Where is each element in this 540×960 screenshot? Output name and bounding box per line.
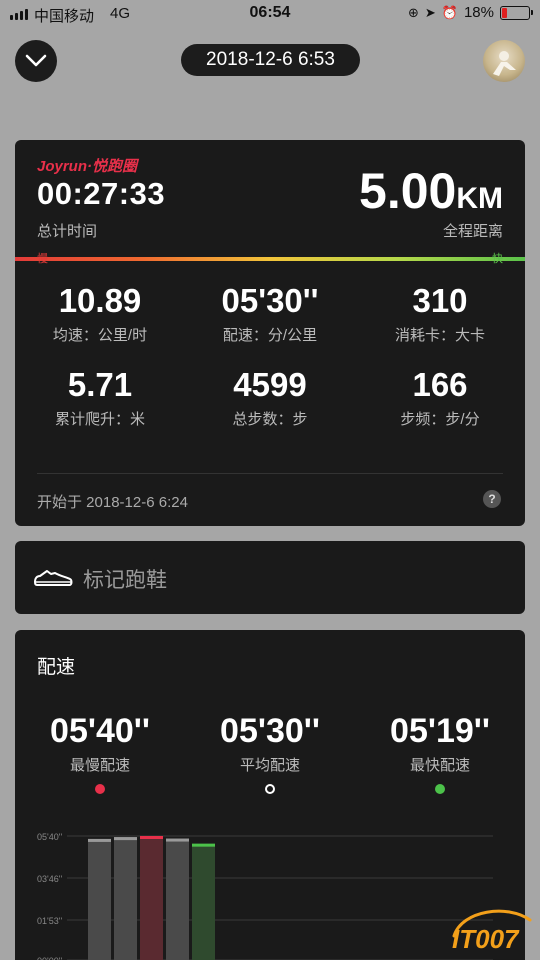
stat-pace: 05'30'' 配速：分/公里 [185,282,355,345]
stat-value: 166 [412,366,468,403]
distance-number: 5.00 [359,163,457,219]
run-summary-card: Joyrun·悦跑圈 00:27:33 总计时间 5.00KM 全程距离 慢 快… [15,140,525,526]
pace-bar [192,843,215,960]
start-time: 开始于 2018-12-6 6:24 [37,494,188,511]
stat-label: 均速：公里/时 [52,327,148,344]
stat-cadence: 166 步频：步/分 [355,366,525,429]
pace-bar-cap [88,838,111,842]
total-time-label: 总计时间 [37,223,98,240]
average-dot [265,784,275,794]
stat-value: 4599 [233,366,307,403]
stat-avg-speed: 10.89 均速：公里/时 [15,282,185,345]
stat-label: 步频：步/分 [400,411,480,428]
pace-label: 最快配速 [409,757,470,774]
pace-value: 05'40'' [50,712,150,750]
chevron-down-icon [25,54,47,67]
pace-bar-cap [192,843,215,847]
pace-label: 平均配速 [239,757,300,774]
y-tick-label: 05'40'' [37,832,62,842]
average-pace: 05'30'' 平均配速 [185,712,355,794]
distance-value: 5.00KM [359,162,503,220]
pace-bar [114,837,137,960]
pace-bar-cap [114,837,137,841]
y-tick-label: 01'53'' [37,916,62,926]
distance-label: 全程距离 [442,223,503,240]
stat-label: 消耗卡：大卡 [394,327,485,344]
stat-label: 配速：分/公里 [222,327,318,344]
avatar[interactable] [483,40,525,82]
collapse-button[interactable] [15,40,57,82]
pace-bar [140,836,163,960]
battery-percent: 18% [463,4,494,21]
running-shoe-icon [34,570,73,586]
stat-label: 总步数：步 [232,411,308,428]
alarm-clock-icon: ⏰ [441,4,458,20]
pace-label: 最慢配速 [69,757,130,774]
stat-value: 10.89 [58,282,142,319]
rotation-lock-icon: ⊕ [407,4,419,20]
divider [37,473,503,474]
status-bar: 中国移动 4G 06:54 ⊕ ➤ ⏰ 18% [0,0,540,30]
stat-elevation: 5.71 累计爬升：米 [15,366,185,429]
pace-bar [88,838,111,960]
fastest-dot [435,784,445,794]
bar-slow-label: 慢 [37,253,48,265]
pace-bar-cap [166,838,189,842]
y-tick-label: 03'46'' [37,874,62,884]
pace-value: 05'30'' [220,712,320,750]
slowest-pace: 05'40'' 最慢配速 [15,712,185,794]
bar-fast-label: 快 [492,253,503,265]
pace-bar [166,838,189,960]
fastest-pace: 05'19'' 最快配速 [355,712,525,794]
stat-steps: 4599 总步数：步 [185,366,355,429]
y-tick-label: 00'00'' [37,956,62,960]
stat-calories: 310 消耗卡：大卡 [355,282,525,345]
stat-label: 累计爬升：米 [54,411,145,428]
total-time-value: 00:27:33 [37,176,166,211]
svg-text:IT007: IT007 [452,924,520,954]
stat-value: 310 [412,282,468,319]
joyrun-logo: Joyrun·悦跑圈 [37,158,138,175]
speed-gradient-bar: 慢 快 [15,253,525,265]
pace-bar-cap [140,836,163,839]
mark-shoes-label: 标记跑鞋 [83,569,167,592]
stat-value: 05'30'' [221,282,319,319]
battery-icon [500,5,533,20]
run-date-pill: 2018-12-6 6:53 [181,44,360,76]
pace-value: 05'19'' [390,712,490,750]
slowest-dot [95,784,105,794]
it007-watermark: IT007 [452,909,532,954]
stat-value: 5.71 [67,366,133,403]
distance-unit: KM [456,182,503,215]
location-arrow-icon: ➤ [424,4,436,20]
mark-shoes-button[interactable]: 标记跑鞋 [15,541,525,614]
pace-title: 配速 [37,657,76,678]
help-icon[interactable]: ? [483,490,501,508]
